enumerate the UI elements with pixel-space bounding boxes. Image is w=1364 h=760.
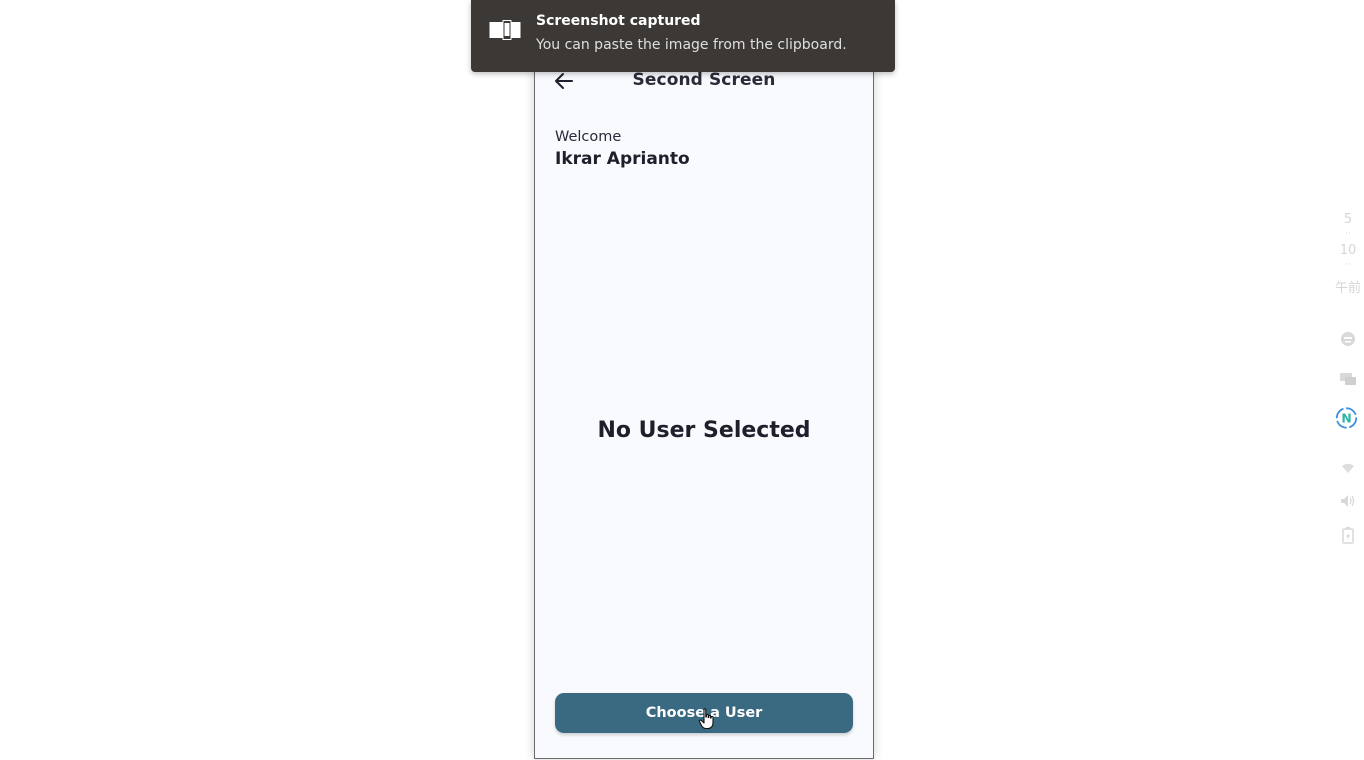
clock-minute: 10 (1339, 243, 1357, 258)
battery-icon[interactable] (1338, 525, 1358, 545)
clock-separator: ·· (1345, 229, 1351, 239)
welcome-label: Welcome (555, 129, 622, 145)
choose-user-button[interactable]: Choose a User (555, 693, 853, 733)
user-name: Ikrar Aprianto (555, 149, 690, 169)
wifi-icon[interactable] (1338, 458, 1358, 478)
notification-body: You can paste the image from the clipboa… (536, 37, 847, 53)
clock-period: 午前 (1334, 281, 1361, 296)
svg-text:N: N (1341, 411, 1351, 425)
empty-state-message: No User Selected (597, 418, 811, 443)
emoji-icon[interactable] (1338, 329, 1358, 349)
screenshot-notification[interactable]: Screenshot captured You can paste the im… (471, 0, 895, 72)
system-tray: 5 ·· 10 ·· 午前 N (1332, 210, 1364, 560)
desktop: Second Screen Welcome Ikrar Aprianto No … (0, 0, 1364, 760)
notification-title: Screenshot captured (536, 13, 701, 29)
clock-hour: 5 (1343, 212, 1353, 227)
network-n-icon[interactable]: N (1335, 406, 1358, 429)
volume-icon[interactable] (1338, 491, 1358, 511)
screenshot-icon (489, 20, 521, 40)
app-window: Second Screen Welcome Ikrar Aprianto No … (534, 0, 874, 759)
chat-icon[interactable] (1338, 369, 1358, 389)
clock-separator: ·· (1345, 260, 1351, 270)
page-title: Second Screen (632, 70, 776, 90)
